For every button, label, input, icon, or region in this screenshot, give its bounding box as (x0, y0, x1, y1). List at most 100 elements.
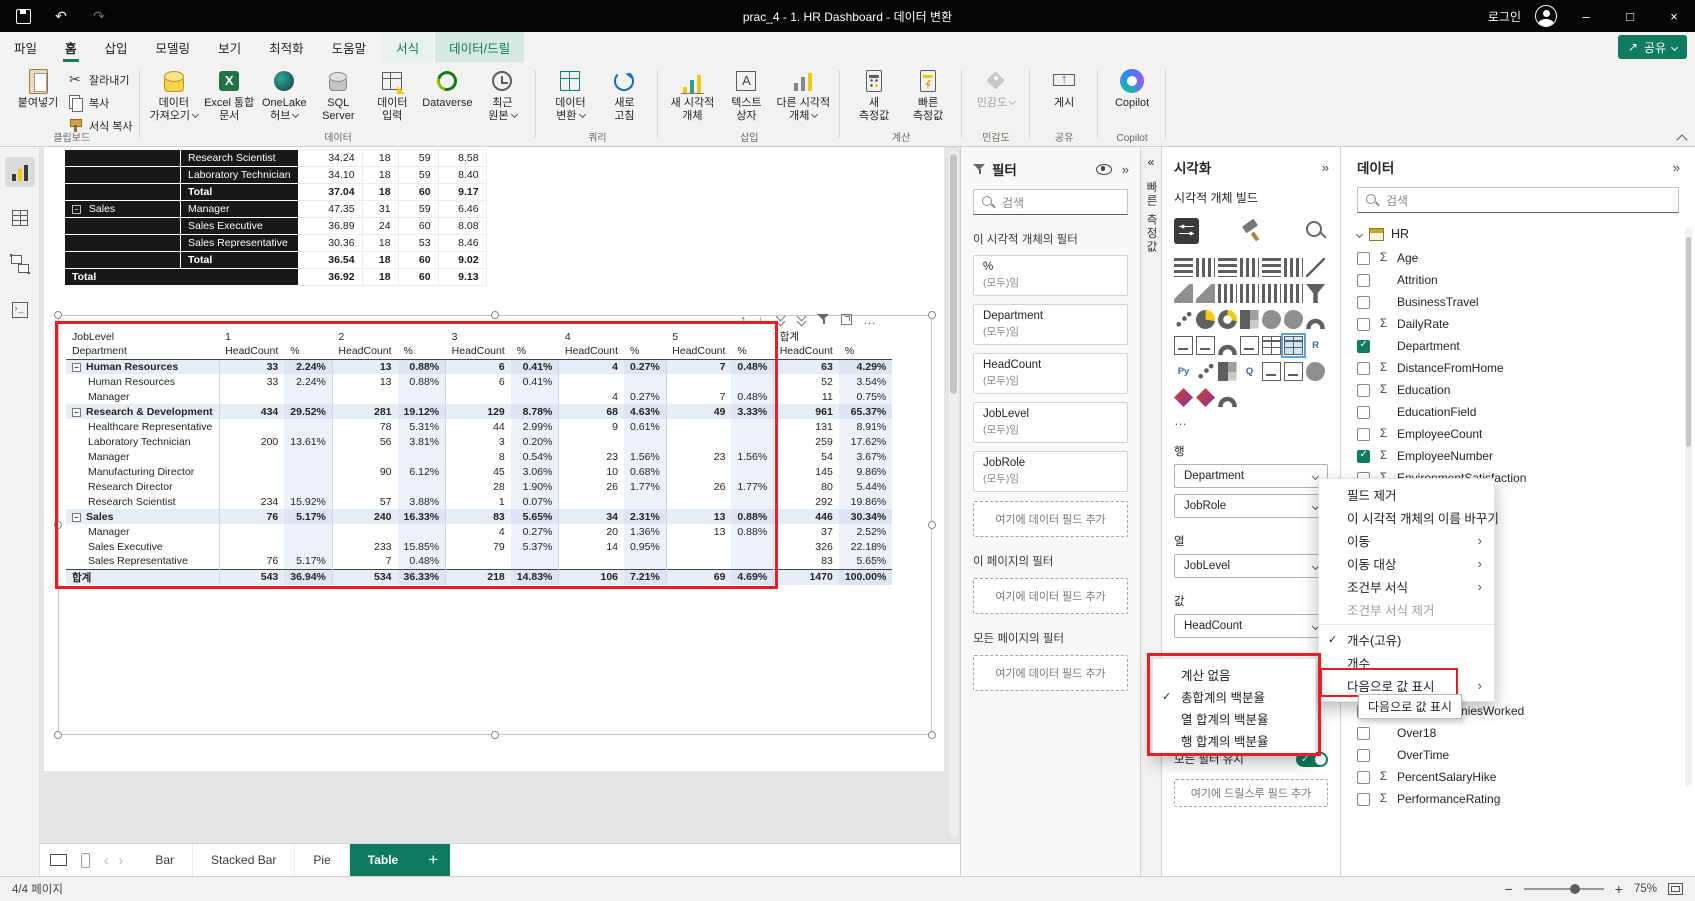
scrollbar-thumb[interactable] (950, 154, 957, 394)
resize-handle[interactable] (928, 521, 936, 529)
visual-header-filter-icon[interactable] (817, 313, 830, 325)
field-age[interactable]: Σ Age (1357, 247, 1679, 269)
field-checkbox[interactable] (1357, 295, 1370, 309)
add-data-fields-drop-area[interactable]: 여기에 데이터 필드 추가 (973, 578, 1128, 614)
field-employeenumber[interactable]: Σ EmployeeNumber (1357, 445, 1679, 467)
save-icon[interactable] (14, 7, 32, 25)
ribbon-tab-home[interactable]: 홈 (51, 32, 91, 62)
new-visual-button[interactable]: 새 시각적 개체 (665, 65, 719, 123)
publish-button[interactable]: 게시 (1037, 65, 1091, 110)
resize-handle[interactable] (928, 731, 936, 739)
resize-handle[interactable] (54, 521, 62, 529)
visual-header-focus-mode-icon[interactable] (841, 313, 852, 325)
field-overtime[interactable]: OverTime (1357, 744, 1679, 766)
redo-icon[interactable]: ↷ (90, 7, 108, 25)
canvas-scrollbar[interactable] (949, 150, 958, 837)
field-checkbox[interactable] (1357, 405, 1370, 419)
filter-card[interactable]: JobLevel (모두)임 (973, 402, 1128, 443)
matrix-row[interactable]: − Research & Development 434 29.52% 281 19.12… (66, 404, 893, 419)
funnel-chart-icon[interactable] (1306, 284, 1325, 303)
login-button[interactable]: 로그인 (1488, 8, 1521, 25)
field-checkbox[interactable] (1357, 273, 1370, 287)
transform-data-button[interactable]: 데이터 변환 (543, 65, 597, 123)
data-pane-scrollbar[interactable] (1685, 227, 1692, 787)
field-well-chip-jobrole[interactable]: JobRole (1174, 494, 1328, 518)
build-visual-icon[interactable] (1174, 218, 1199, 244)
ribbon-tab-modeling[interactable]: 모델링 (142, 32, 205, 62)
field-checkbox[interactable] (1357, 383, 1370, 397)
field-checkbox[interactable] (1357, 361, 1370, 375)
eye-icon[interactable] (1095, 163, 1112, 175)
menu-item-percent-of-grand-total[interactable]: ✓ 총합계의 백분율 (1153, 685, 1315, 707)
matrix-column-header[interactable]: 1 (219, 329, 332, 344)
dataverse-button[interactable]: Dataverse (419, 65, 475, 110)
filter-card[interactable]: Department (모두)임 (973, 304, 1128, 345)
matrix-visual[interactable]: JobLevel 1 2 3 4 5 합계 Department HeadCount% HeadC… (66, 329, 893, 585)
menu-item-count-distinct[interactable]: ✓ 개수(고유) (1319, 628, 1494, 651)
field-education[interactable]: Σ Education (1357, 379, 1679, 401)
line-and-clustered-column-chart-icon[interactable] (1240, 284, 1259, 303)
dax-view-button[interactable] (5, 295, 35, 325)
table-tree-item-hr[interactable]: HR (1355, 227, 1679, 241)
matrix-row[interactable]: Manufacturing Director 90 6.12% 45 3.06% 10 0.… (66, 464, 893, 479)
slicer-icon[interactable] (1240, 336, 1259, 355)
table-visual[interactable]: Research Scientist 34.24 18 59 8.58 Laborator… (64, 149, 487, 286)
multi-row-card-icon[interactable] (1196, 336, 1215, 355)
matrix-row[interactable]: Research Scientist 234 15.92% 57 3.88% 1 0.07%… (66, 494, 893, 509)
chevron-expanded-icon[interactable] (1355, 230, 1364, 238)
stacked-column-chart-icon[interactable] (1196, 258, 1215, 277)
desktop-view-icon[interactable] (50, 854, 67, 866)
matrix-column-header[interactable]: 2 (332, 329, 445, 344)
qa-visual-icon[interactable]: Q (1240, 362, 1259, 381)
matrix-row[interactable]: Laboratory Technician 200 13.61% 56 3.81% 3 0.… (66, 434, 893, 449)
field-well-chip-department[interactable]: Department (1174, 464, 1328, 488)
pie-chart-icon[interactable] (1196, 310, 1215, 329)
matrix-row[interactable]: Research Director 28 1.90% 26 1.77% 26 1.77% 80… (66, 479, 893, 494)
collapse-ribbon-icon[interactable] (1675, 133, 1689, 143)
collapse-data-pane-icon[interactable]: » (1673, 160, 1680, 175)
ribbon-tab-view[interactable]: 보기 (204, 32, 255, 62)
ribbon-tab-file[interactable]: 파일 (0, 32, 51, 62)
resize-handle[interactable] (928, 311, 936, 319)
zoom-in-button[interactable]: + (1615, 881, 1623, 897)
add-data-fields-drop-area[interactable]: 여기에 데이터 필드 추가 (973, 501, 1128, 537)
model-view-button[interactable] (5, 249, 35, 279)
drillthrough-drop-area[interactable]: 여기에 드릴스루 필드 추가 (1174, 779, 1328, 807)
enter-data-button[interactable]: 데이터 입력 (365, 65, 419, 123)
arcgis-map-icon[interactable] (1306, 362, 1325, 381)
menu-item-move-to[interactable]: 이동 대상 › (1319, 552, 1494, 575)
visual-header-more-options-icon[interactable]: … (863, 312, 876, 327)
more-visuals-button[interactable]: 다른 시각적 개체 (773, 65, 833, 123)
matrix-row[interactable]: Sales Representative 76 5.17% 7 0.48% 83 5.65% (66, 554, 893, 569)
paste-button[interactable]: 붙여넣기 (11, 65, 65, 110)
refresh-button[interactable]: 새로 고침 (597, 65, 651, 123)
share-button[interactable]: ↗ 공유 (1617, 35, 1687, 59)
filter-card[interactable]: % (모두)임 (973, 255, 1128, 296)
field-checkbox[interactable] (1357, 251, 1370, 265)
menu-item-percent-of-column-total[interactable]: 열 합계의 백분율 (1153, 707, 1315, 729)
field-attrition[interactable]: Attrition (1357, 269, 1679, 291)
kpi-icon[interactable] (1218, 336, 1237, 355)
matrix-row[interactable]: Human Resources 33 2.24% 13 0.88% 6 0.41% 52 3.5… (66, 374, 893, 389)
r-script-visual-icon[interactable]: R (1306, 336, 1325, 355)
field-performancerating[interactable]: Σ PerformanceRating (1357, 788, 1679, 810)
resize-handle[interactable] (54, 311, 62, 319)
undo-icon[interactable]: ↶ (52, 7, 70, 25)
table-view-button[interactable] (5, 203, 35, 233)
page-tab-bar[interactable]: Bar (137, 843, 194, 877)
collapse-group-icon[interactable]: − (72, 362, 81, 372)
matrix-column-header[interactable]: 5 (666, 329, 773, 344)
matrix-row[interactable]: Sales Executive 233 15.85% 79 5.37% 14 0.95% 32… (66, 539, 893, 554)
field-distancefromhome[interactable]: Σ DistanceFromHome (1357, 357, 1679, 379)
field-checkbox[interactable] (1357, 317, 1370, 331)
field-checkbox[interactable] (1357, 770, 1370, 784)
new-page-button[interactable]: + (416, 843, 451, 877)
resize-handle[interactable] (54, 731, 62, 739)
stacked-bar-chart-icon[interactable] (1174, 258, 1193, 277)
quick-measure-button[interactable]: 빠른 측정값 (901, 65, 955, 123)
matrix-column-header[interactable]: 4 (559, 329, 666, 344)
close-button[interactable]: × (1659, 0, 1689, 32)
menu-item-move[interactable]: 이동 › (1319, 529, 1494, 552)
collapsed-pane-strip[interactable]: « 빠른 측정값 (1140, 147, 1162, 876)
smart-narrative-icon[interactable] (1262, 362, 1281, 381)
